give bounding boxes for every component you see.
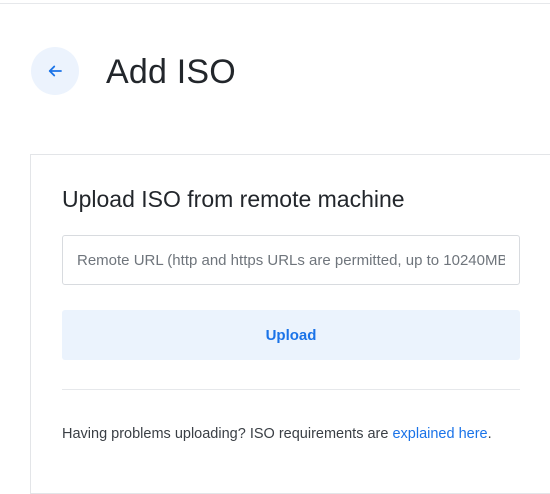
upload-card: Upload ISO from remote machine Upload Ha… [30,154,550,494]
top-divider [0,3,550,4]
explained-here-link[interactable]: explained here [392,426,487,442]
back-button[interactable] [31,47,79,95]
remote-url-input[interactable] [62,235,520,285]
help-text-prefix: Having problems uploading? ISO requireme… [62,426,393,442]
upload-button[interactable]: Upload [62,310,520,360]
help-text-suffix: . [487,426,492,442]
card-title: Upload ISO from remote machine [62,186,405,212]
help-text: Having problems uploading? ISO requireme… [62,425,492,443]
page-title: Add ISO [106,53,236,91]
arrow-left-icon [46,62,64,80]
card-divider [62,389,520,390]
